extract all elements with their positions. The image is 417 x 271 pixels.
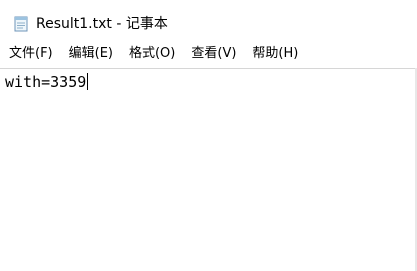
menu-help[interactable]: 帮助(H) <box>244 44 306 64</box>
menu-view[interactable]: 查看(V) <box>183 44 244 64</box>
text-caret <box>87 73 89 90</box>
document-text: with=3359 <box>5 73 87 91</box>
menu-bar: 文件(F) 编辑(E) 格式(O) 查看(V) 帮助(H) <box>0 43 417 65</box>
text-editor-area[interactable]: with=3359 <box>0 68 417 271</box>
window-title: Result1.txt - 记事本 <box>36 16 168 32</box>
notepad-icon <box>14 16 28 32</box>
menu-edit[interactable]: 编辑(E) <box>61 44 121 64</box>
menu-format[interactable]: 格式(O) <box>121 44 183 64</box>
menu-file[interactable]: 文件(F) <box>0 44 61 64</box>
editor-line: with=3359 <box>5 72 89 92</box>
title-bar[interactable]: Result1.txt - 记事本 <box>0 8 417 42</box>
notepad-window: Result1.txt - 记事本 文件(F) 编辑(E) 格式(O) 查看(V… <box>0 0 417 271</box>
